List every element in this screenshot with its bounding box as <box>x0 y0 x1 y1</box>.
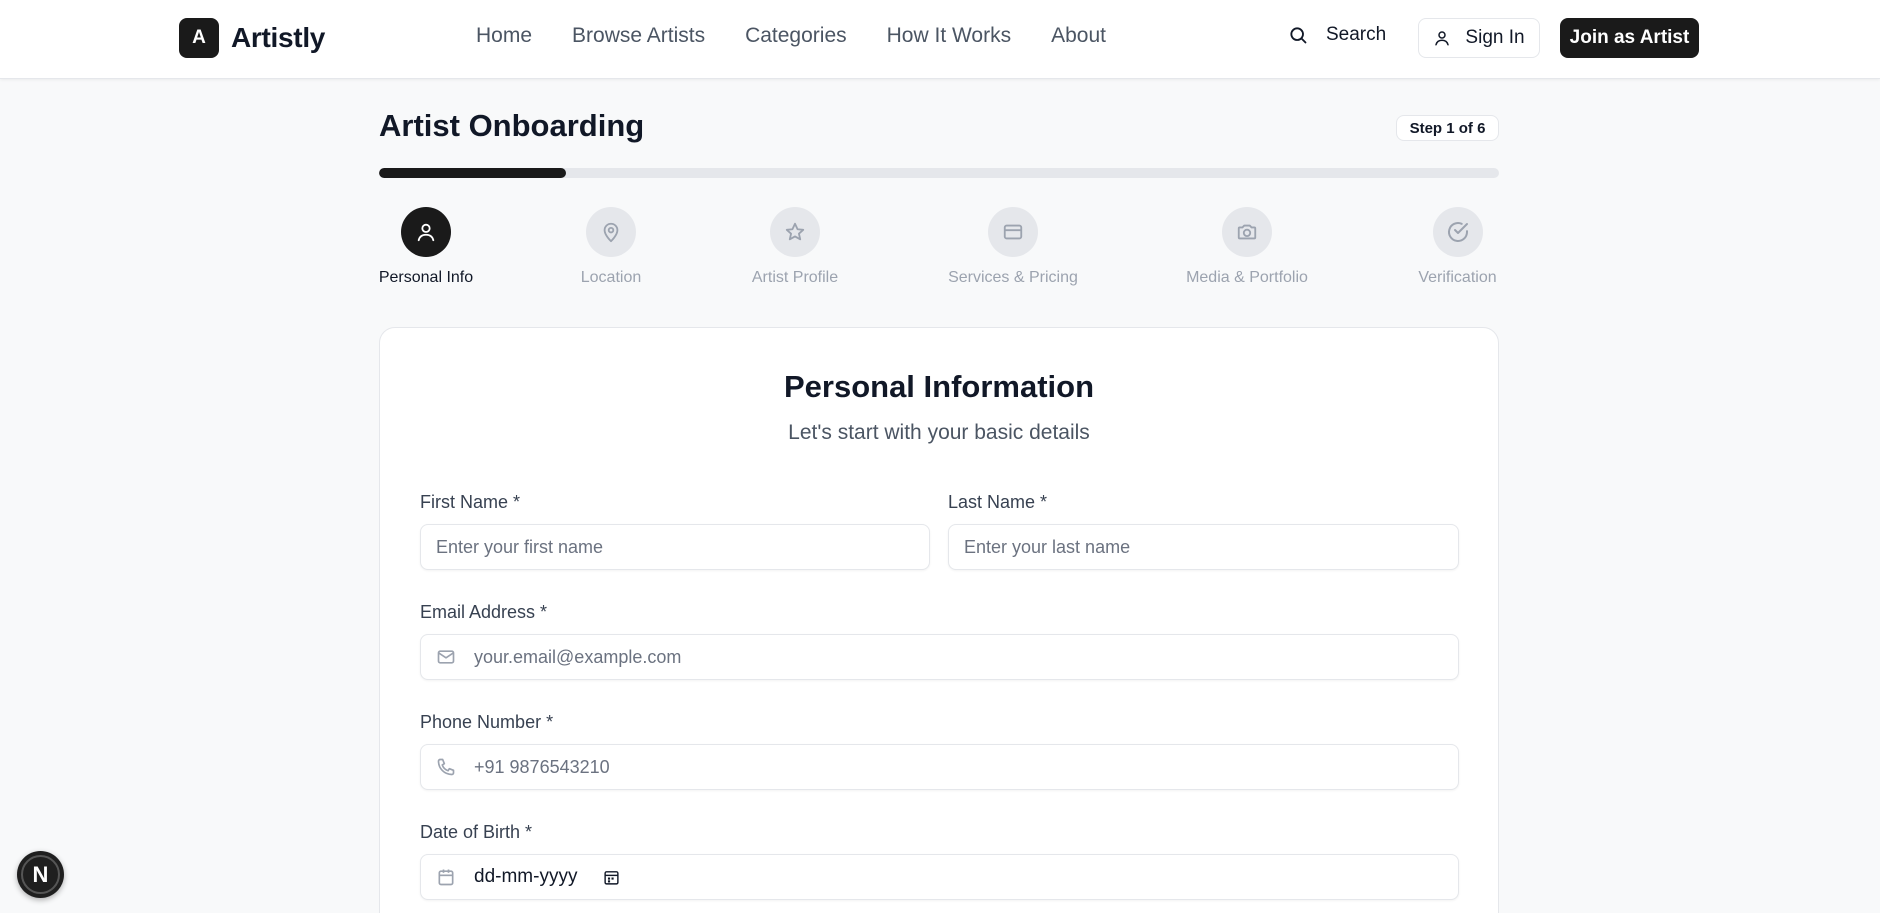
step-label: Location <box>580 269 642 286</box>
main-nav: Home Browse Artists Categories How It Wo… <box>476 24 1106 48</box>
step-label: Services & Pricing <box>948 269 1078 286</box>
email-label: Email Address * <box>420 602 548 622</box>
map-pin-icon <box>603 222 619 243</box>
logo-mark: A <box>179 18 219 58</box>
step-circle <box>988 207 1038 257</box>
date-picker-icon[interactable] <box>603 869 620 886</box>
calendar-icon <box>436 867 456 887</box>
email-input[interactable] <box>456 635 1458 679</box>
step-services-pricing[interactable]: Services & Pricing <box>948 207 1078 287</box>
nav-browse-artists[interactable]: Browse Artists <box>572 24 705 48</box>
search-icon <box>1290 27 1307 44</box>
step-personal-info[interactable]: Personal Info <box>379 207 473 287</box>
mail-icon <box>436 647 456 667</box>
badge-letter: N <box>21 855 60 894</box>
phone-field <box>420 744 1459 790</box>
top-header: A Artistly Home Browse Artists Categorie… <box>0 0 1880 79</box>
step-label: Media & Portfolio <box>1186 269 1308 286</box>
personal-info-card: Personal Information Let's start with yo… <box>379 327 1499 913</box>
search-button[interactable]: Search <box>1288 24 1386 46</box>
dob-field[interactable]: dd-mm-yyyy <box>420 854 1459 900</box>
check-circle-icon <box>1447 222 1468 242</box>
nav-about[interactable]: About <box>1051 24 1106 48</box>
last-name-input[interactable] <box>949 525 1458 569</box>
camera-icon <box>1237 224 1257 240</box>
credit-card-icon <box>1003 224 1023 240</box>
star-icon <box>785 222 805 241</box>
step-circle <box>1432 207 1483 257</box>
phone-input[interactable] <box>456 745 1458 789</box>
step-label: Verification <box>1418 269 1497 286</box>
join-as-artist-button[interactable]: Join as Artist <box>1560 18 1699 58</box>
step-circle <box>401 207 451 257</box>
dob-label: Date of Birth * <box>420 822 533 842</box>
step-media-portfolio[interactable]: Media & Portfolio <box>1186 207 1308 287</box>
user-icon <box>1435 31 1450 46</box>
brand-logo[interactable]: A Artistly <box>179 18 325 58</box>
step-location[interactable]: Location <box>581 207 641 287</box>
progress-bar <box>379 168 1499 178</box>
last-name-label: Last Name * <box>948 492 1048 512</box>
form-subtitle: Let's start with your basic details <box>788 421 1090 444</box>
first-name-label: First Name * <box>420 492 521 512</box>
step-verification[interactable]: Verification <box>1416 207 1499 287</box>
step-badge: Step 1 of 6 <box>1396 115 1499 141</box>
step-circle <box>770 207 820 257</box>
first-name-input[interactable] <box>421 525 929 569</box>
step-label: Artist Profile <box>751 269 839 286</box>
first-name-field <box>420 524 930 570</box>
nav-home[interactable]: Home <box>476 24 532 48</box>
page-title: Artist Onboarding <box>379 108 645 143</box>
phone-label: Phone Number * <box>420 712 554 732</box>
user-icon <box>417 223 435 242</box>
email-field <box>420 634 1459 680</box>
phone-icon <box>436 757 456 777</box>
dob-input[interactable]: dd-mm-yyyy <box>474 866 577 888</box>
step-circle <box>1222 207 1272 257</box>
framework-badge[interactable]: N <box>17 851 64 898</box>
step-artist-profile[interactable]: Artist Profile <box>751 207 839 287</box>
last-name-field <box>948 524 1459 570</box>
search-label: Search <box>1326 24 1387 45</box>
form-title: Personal Information <box>783 369 1095 404</box>
nav-categories[interactable]: Categories <box>745 24 847 48</box>
sign-in-button[interactable]: Sign In <box>1418 18 1540 58</box>
brand-name: Artistly <box>231 22 326 53</box>
sign-in-label: Sign In <box>1465 27 1525 48</box>
step-circle <box>586 207 636 257</box>
nav-how-it-works[interactable]: How It Works <box>887 24 1011 48</box>
step-label: Personal Info <box>378 269 474 286</box>
progress-fill <box>379 168 566 178</box>
